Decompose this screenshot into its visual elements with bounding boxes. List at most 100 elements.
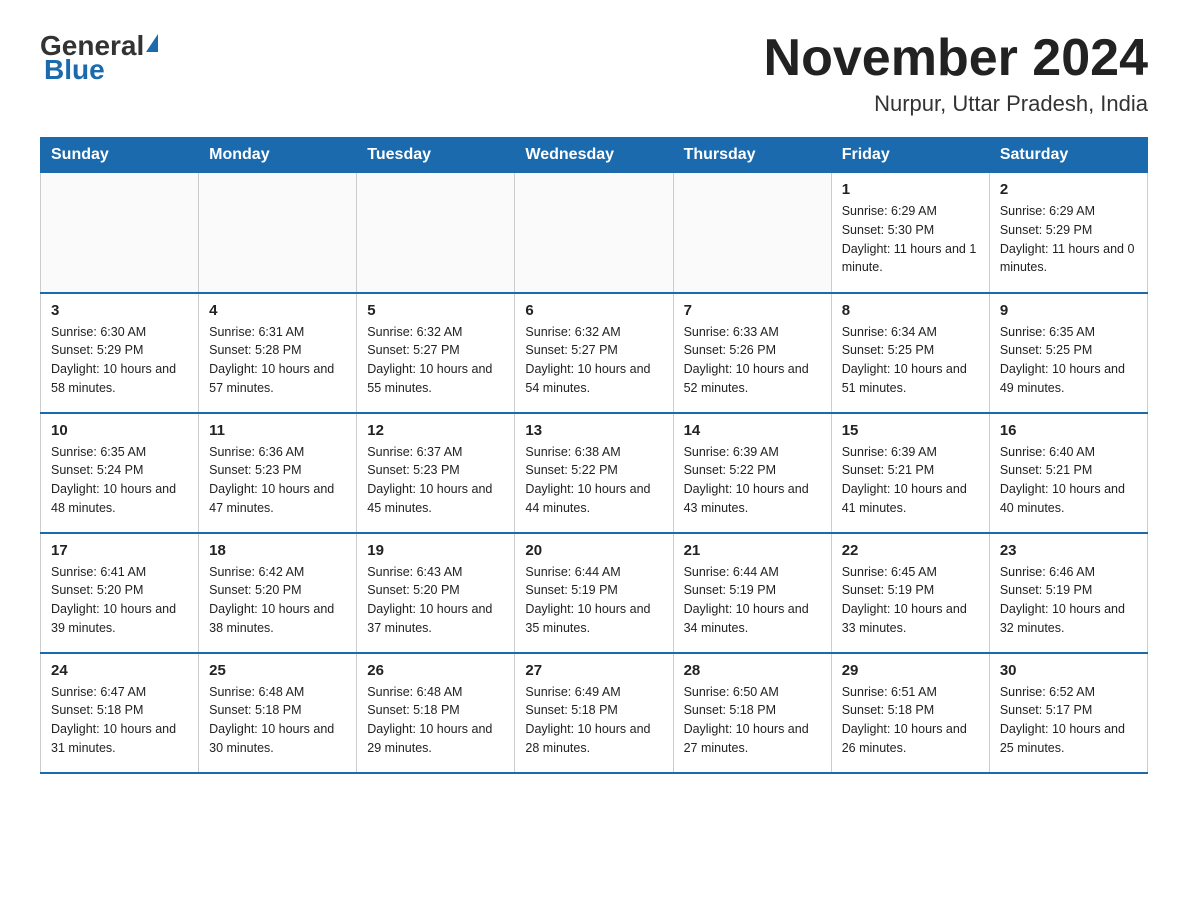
day-number: 21	[684, 542, 821, 559]
day-number: 29	[842, 662, 979, 679]
day-info: Sunrise: 6:36 AM Sunset: 5:23 PM Dayligh…	[209, 443, 346, 518]
day-info: Sunrise: 6:45 AM Sunset: 5:19 PM Dayligh…	[842, 563, 979, 638]
day-info: Sunrise: 6:32 AM Sunset: 5:27 PM Dayligh…	[525, 323, 662, 398]
logo-triangle-icon	[146, 34, 158, 52]
day-info: Sunrise: 6:46 AM Sunset: 5:19 PM Dayligh…	[1000, 563, 1137, 638]
day-number: 28	[684, 662, 821, 679]
calendar-cell: 10 Sunrise: 6:35 AM Sunset: 5:24 PM Dayli…	[41, 413, 199, 533]
page-header: General Blue November 2024 Nurpur, Uttar…	[40, 30, 1148, 117]
day-info: Sunrise: 6:40 AM Sunset: 5:21 PM Dayligh…	[1000, 443, 1137, 518]
day-number: 25	[209, 662, 346, 679]
day-info: Sunrise: 6:38 AM Sunset: 5:22 PM Dayligh…	[525, 443, 662, 518]
calendar-cell: 13 Sunrise: 6:38 AM Sunset: 5:22 PM Dayli…	[515, 413, 673, 533]
day-info: Sunrise: 6:29 AM Sunset: 5:29 PM Dayligh…	[1000, 202, 1137, 277]
day-info: Sunrise: 6:48 AM Sunset: 5:18 PM Dayligh…	[209, 683, 346, 758]
day-number: 27	[525, 662, 662, 679]
day-number: 10	[51, 422, 188, 439]
day-number: 14	[684, 422, 821, 439]
day-number: 22	[842, 542, 979, 559]
calendar-cell: 1Sunrise: 6:29 AM Sunset: 5:30 PM Daylig…	[831, 173, 989, 293]
day-number: 4	[209, 302, 346, 319]
calendar-header-row: SundayMondayTuesdayWednesdayThursdayFrid…	[41, 138, 1148, 173]
day-number: 19	[367, 542, 504, 559]
day-number: 13	[525, 422, 662, 439]
logo: General Blue	[40, 30, 158, 86]
day-header-sunday: Sunday	[41, 138, 199, 173]
day-info: Sunrise: 6:44 AM Sunset: 5:19 PM Dayligh…	[684, 563, 821, 638]
day-info: Sunrise: 6:49 AM Sunset: 5:18 PM Dayligh…	[525, 683, 662, 758]
calendar-cell	[41, 173, 199, 293]
logo-blue-text: Blue	[44, 54, 105, 86]
calendar-cell: 23Sunrise: 6:46 AM Sunset: 5:19 PM Dayli…	[989, 533, 1147, 653]
day-info: Sunrise: 6:32 AM Sunset: 5:27 PM Dayligh…	[367, 323, 504, 398]
day-info: Sunrise: 6:35 AM Sunset: 5:24 PM Dayligh…	[51, 443, 188, 518]
calendar-cell: 17 Sunrise: 6:41 AM Sunset: 5:20 PM Dayli…	[41, 533, 199, 653]
calendar-cell: 4 Sunrise: 6:31 AM Sunset: 5:28 PM Daylig…	[199, 293, 357, 413]
calendar-cell: 11 Sunrise: 6:36 AM Sunset: 5:23 PM Dayli…	[199, 413, 357, 533]
day-number: 11	[209, 422, 346, 439]
calendar-week-row: 17 Sunrise: 6:41 AM Sunset: 5:20 PM Dayli…	[41, 533, 1148, 653]
calendar-cell: 7 Sunrise: 6:33 AM Sunset: 5:26 PM Daylig…	[673, 293, 831, 413]
day-info: Sunrise: 6:48 AM Sunset: 5:18 PM Dayligh…	[367, 683, 504, 758]
calendar-cell: 14 Sunrise: 6:39 AM Sunset: 5:22 PM Dayli…	[673, 413, 831, 533]
day-number: 5	[367, 302, 504, 319]
calendar-table: SundayMondayTuesdayWednesdayThursdayFrid…	[40, 137, 1148, 774]
day-header-friday: Friday	[831, 138, 989, 173]
day-number: 30	[1000, 662, 1137, 679]
day-info: Sunrise: 6:41 AM Sunset: 5:20 PM Dayligh…	[51, 563, 188, 638]
day-info: Sunrise: 6:44 AM Sunset: 5:19 PM Dayligh…	[525, 563, 662, 638]
day-header-monday: Monday	[199, 138, 357, 173]
day-number: 20	[525, 542, 662, 559]
day-info: Sunrise: 6:33 AM Sunset: 5:26 PM Dayligh…	[684, 323, 821, 398]
calendar-cell: 26 Sunrise: 6:48 AM Sunset: 5:18 PM Dayli…	[357, 653, 515, 773]
day-info: Sunrise: 6:34 AM Sunset: 5:25 PM Dayligh…	[842, 323, 979, 398]
calendar-cell	[673, 173, 831, 293]
day-number: 9	[1000, 302, 1137, 319]
day-info: Sunrise: 6:43 AM Sunset: 5:20 PM Dayligh…	[367, 563, 504, 638]
calendar-cell: 20 Sunrise: 6:44 AM Sunset: 5:19 PM Dayli…	[515, 533, 673, 653]
calendar-cell: 24Sunrise: 6:47 AM Sunset: 5:18 PM Dayli…	[41, 653, 199, 773]
day-number: 12	[367, 422, 504, 439]
day-number: 17	[51, 542, 188, 559]
day-number: 6	[525, 302, 662, 319]
day-header-wednesday: Wednesday	[515, 138, 673, 173]
day-number: 18	[209, 542, 346, 559]
calendar-cell: 2 Sunrise: 6:29 AM Sunset: 5:29 PM Daylig…	[989, 173, 1147, 293]
calendar-cell: 25 Sunrise: 6:48 AM Sunset: 5:18 PM Dayli…	[199, 653, 357, 773]
calendar-cell: 29 Sunrise: 6:51 AM Sunset: 5:18 PM Dayli…	[831, 653, 989, 773]
calendar-cell: 21 Sunrise: 6:44 AM Sunset: 5:19 PM Dayli…	[673, 533, 831, 653]
day-info: Sunrise: 6:39 AM Sunset: 5:21 PM Dayligh…	[842, 443, 979, 518]
calendar-week-row: 24Sunrise: 6:47 AM Sunset: 5:18 PM Dayli…	[41, 653, 1148, 773]
calendar-cell: 27 Sunrise: 6:49 AM Sunset: 5:18 PM Dayli…	[515, 653, 673, 773]
day-info: Sunrise: 6:52 AM Sunset: 5:17 PM Dayligh…	[1000, 683, 1137, 758]
day-info: Sunrise: 6:51 AM Sunset: 5:18 PM Dayligh…	[842, 683, 979, 758]
day-header-tuesday: Tuesday	[357, 138, 515, 173]
calendar-week-row: 1Sunrise: 6:29 AM Sunset: 5:30 PM Daylig…	[41, 173, 1148, 293]
calendar-week-row: 3Sunrise: 6:30 AM Sunset: 5:29 PM Daylig…	[41, 293, 1148, 413]
day-number: 7	[684, 302, 821, 319]
day-info: Sunrise: 6:29 AM Sunset: 5:30 PM Dayligh…	[842, 202, 979, 277]
day-number: 26	[367, 662, 504, 679]
day-number: 2	[1000, 181, 1137, 198]
day-number: 16	[1000, 422, 1137, 439]
day-info: Sunrise: 6:39 AM Sunset: 5:22 PM Dayligh…	[684, 443, 821, 518]
calendar-cell: 28 Sunrise: 6:50 AM Sunset: 5:18 PM Dayli…	[673, 653, 831, 773]
calendar-cell	[515, 173, 673, 293]
calendar-week-row: 10 Sunrise: 6:35 AM Sunset: 5:24 PM Dayli…	[41, 413, 1148, 533]
calendar-cell	[357, 173, 515, 293]
title-area: November 2024 Nurpur, Uttar Pradesh, Ind…	[764, 30, 1148, 117]
month-title: November 2024	[764, 30, 1148, 87]
day-header-thursday: Thursday	[673, 138, 831, 173]
calendar-cell: 16 Sunrise: 6:40 AM Sunset: 5:21 PM Dayli…	[989, 413, 1147, 533]
calendar-cell: 30 Sunrise: 6:52 AM Sunset: 5:17 PM Dayli…	[989, 653, 1147, 773]
calendar-cell: 22 Sunrise: 6:45 AM Sunset: 5:19 PM Dayli…	[831, 533, 989, 653]
calendar-cell: 19 Sunrise: 6:43 AM Sunset: 5:20 PM Dayli…	[357, 533, 515, 653]
day-info: Sunrise: 6:50 AM Sunset: 5:18 PM Dayligh…	[684, 683, 821, 758]
calendar-cell: 6 Sunrise: 6:32 AM Sunset: 5:27 PM Daylig…	[515, 293, 673, 413]
calendar-cell: 8Sunrise: 6:34 AM Sunset: 5:25 PM Daylig…	[831, 293, 989, 413]
day-info: Sunrise: 6:37 AM Sunset: 5:23 PM Dayligh…	[367, 443, 504, 518]
day-info: Sunrise: 6:31 AM Sunset: 5:28 PM Dayligh…	[209, 323, 346, 398]
calendar-cell: 12 Sunrise: 6:37 AM Sunset: 5:23 PM Dayli…	[357, 413, 515, 533]
location-title: Nurpur, Uttar Pradesh, India	[764, 91, 1148, 117]
day-info: Sunrise: 6:35 AM Sunset: 5:25 PM Dayligh…	[1000, 323, 1137, 398]
